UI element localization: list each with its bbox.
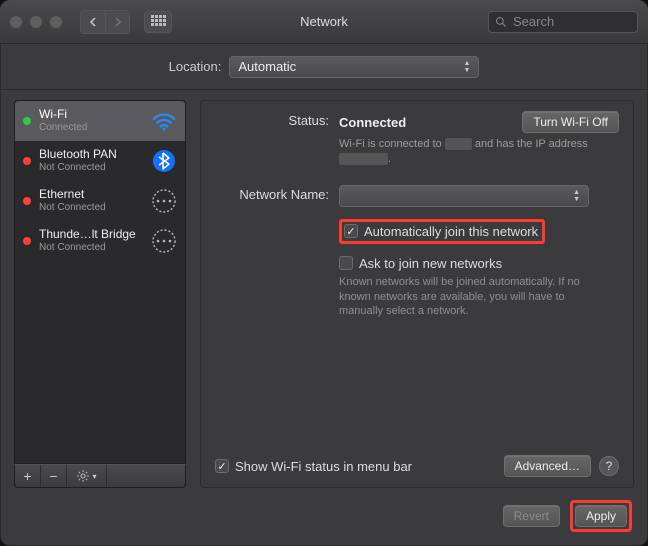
status-dot-icon [23,197,31,205]
window-controls [10,16,62,28]
stepper-icon: ▲▼ [573,189,580,203]
sidebar-item-text: Thunde…lt Bridge Not Connected [39,228,143,252]
status-subtext: Wi-Fi is connected to xx and has the IP … [339,137,609,167]
thunderbolt-bridge-icon [151,228,177,254]
turn-wifi-off-button[interactable]: Turn Wi-Fi Off [522,111,619,133]
auto-join-label: Automatically join this network [364,224,538,239]
ask-join-label: Ask to join new networks [359,256,502,271]
sidebar-item-text: Wi-Fi Connected [39,108,143,132]
ethernet-icon [151,188,177,214]
help-button[interactable]: ? [599,456,619,476]
apply-highlight: Apply [570,500,632,532]
remove-service-button[interactable]: − [41,465,67,487]
sidebar-item-status: Not Connected [39,162,143,173]
redacted-ssid: xx [445,138,472,150]
sidebar-item-bluetooth-pan[interactable]: Bluetooth PAN Not Connected [15,141,185,181]
titlebar: Network Search [0,0,648,44]
bottom-buttons: Revert Apply [503,500,632,532]
main-area: Wi-Fi Connected Bluetooth PAN Not Connec… [0,90,648,488]
detail-footer: Show Wi-Fi status in menu bar Advanced… … [215,455,619,477]
sidebar-footer: + − ▾ [14,464,186,488]
sidebar-item-text: Ethernet Not Connected [39,188,143,212]
stepper-icon: ▲▼ [463,60,470,74]
sidebar-item-name: Thunde…lt Bridge [39,228,143,241]
chevron-down-icon: ▾ [92,472,96,481]
search-field[interactable]: Search [488,11,638,33]
redacted-ip: xxxxxx [339,153,388,165]
status-dot-icon [23,157,31,165]
auto-join-highlight: Automatically join this network [339,219,545,244]
forward-button[interactable] [105,11,129,33]
service-sidebar: Wi-Fi Connected Bluetooth PAN Not Connec… [14,100,186,488]
search-icon [495,16,507,28]
location-row: Location: Automatic ▲▼ [0,44,648,90]
status-value: Connected [339,115,406,130]
advanced-button[interactable]: Advanced… [504,455,591,477]
nav-segment [80,10,130,34]
location-label: Location: [169,59,222,74]
show-menubar-label: Show Wi-Fi status in menu bar [235,459,412,474]
show-all-button[interactable] [144,11,172,33]
show-menubar-checkbox[interactable] [215,459,229,473]
ask-join-help: Known networks will be joined automatica… [339,275,599,320]
gear-icon [76,469,90,483]
bluetooth-icon [151,148,177,174]
close-window-button[interactable] [10,16,22,28]
auto-join-checkbox[interactable] [344,224,358,238]
add-service-button[interactable]: + [15,465,41,487]
network-name-row: Network Name: ▲▼ Automatically join this… [215,185,619,320]
revert-button[interactable]: Revert [503,505,560,527]
sidebar-item-thunderbolt-bridge[interactable]: Thunde…lt Bridge Not Connected [15,221,185,261]
sidebar-item-status: Connected [39,122,143,133]
sidebar-item-text: Bluetooth PAN Not Connected [39,148,143,172]
network-name-label: Network Name: [215,185,339,202]
sidebar-item-name: Ethernet [39,188,143,201]
network-prefpane-window: Network Search Location: Automatic ▲▼ Wi… [0,0,648,546]
location-value: Automatic [238,59,296,74]
zoom-window-button[interactable] [50,16,62,28]
minimize-window-button[interactable] [30,16,42,28]
service-actions-button[interactable]: ▾ [67,465,107,487]
apply-button[interactable]: Apply [575,505,627,527]
service-list[interactable]: Wi-Fi Connected Bluetooth PAN Not Connec… [14,100,186,464]
sidebar-item-name: Bluetooth PAN [39,148,143,161]
back-button[interactable] [81,11,105,33]
sidebar-item-status: Not Connected [39,202,143,213]
detail-panel: Status: Connected Turn Wi-Fi Off Wi-Fi i… [200,100,634,488]
network-name-select[interactable]: ▲▼ [339,185,589,207]
status-dot-icon [23,237,31,245]
location-select[interactable]: Automatic ▲▼ [229,56,479,78]
sidebar-item-wifi[interactable]: Wi-Fi Connected [15,101,185,141]
sidebar-item-name: Wi-Fi [39,108,143,121]
status-label: Status: [215,111,339,128]
sidebar-item-ethernet[interactable]: Ethernet Not Connected [15,181,185,221]
sidebar-item-status: Not Connected [39,242,143,253]
status-row: Status: Connected Turn Wi-Fi Off Wi-Fi i… [215,111,619,167]
grid-icon [151,15,165,29]
ask-join-checkbox[interactable] [339,256,353,270]
wifi-icon [151,108,177,134]
status-dot-icon [23,117,31,125]
search-placeholder: Search [513,14,554,29]
